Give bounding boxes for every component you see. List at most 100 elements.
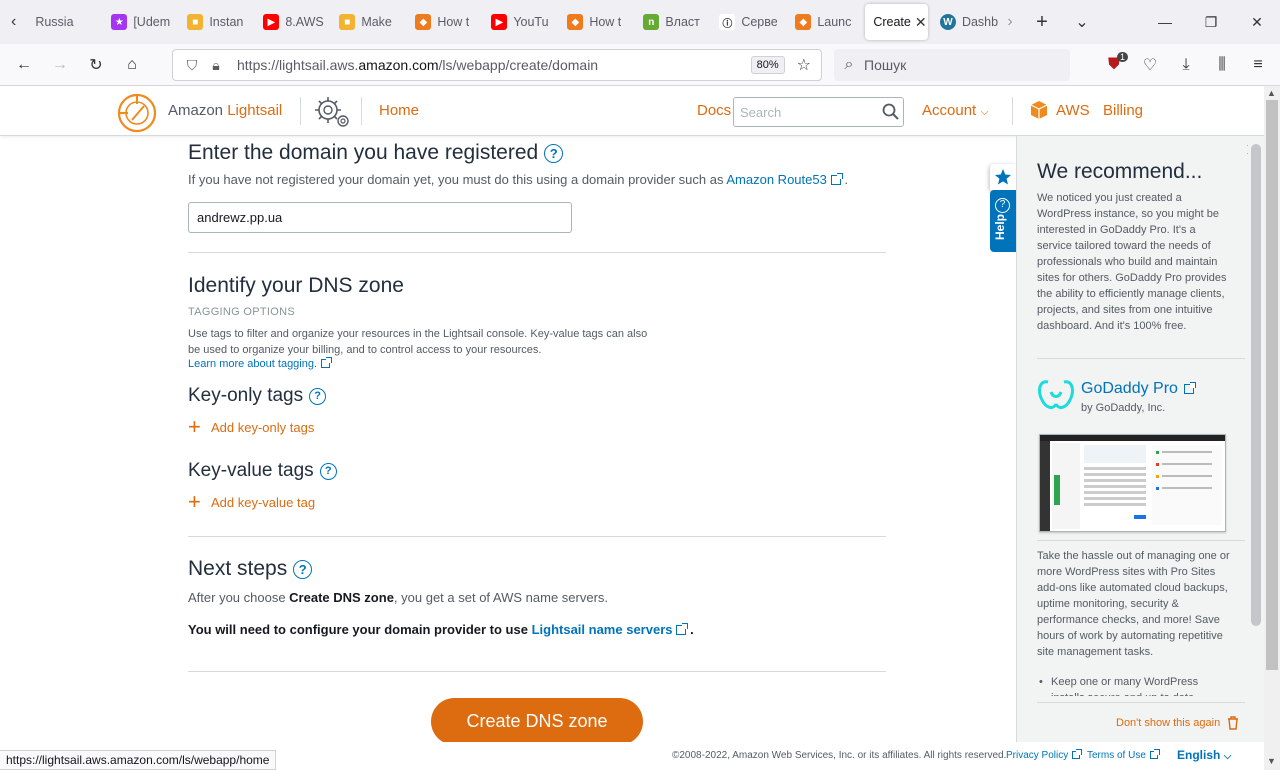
favorite-tab[interactable] (990, 164, 1016, 190)
downloads-icon[interactable]: ⤓ (1168, 56, 1204, 74)
help-icon[interactable]: ? (293, 559, 313, 579)
key-only-tags-title: Key-only tags? (188, 385, 327, 407)
minimize-icon[interactable]: — (1142, 14, 1188, 30)
language-selector[interactable]: English ⌵ (1177, 748, 1231, 762)
tab-active[interactable]: Create ✕ (865, 4, 928, 40)
tab[interactable]: ⓘ Серве (711, 0, 787, 44)
divider (1037, 702, 1245, 703)
tab-favicon-icon: ▶ (263, 14, 280, 30)
external-link-icon (676, 623, 689, 635)
list-tabs-icon[interactable]: ⌄ (1062, 12, 1102, 32)
tab[interactable]: ■ Instan (179, 0, 255, 44)
tab[interactable]: ■ Make (331, 0, 407, 44)
panel-scrollbar[interactable] (1248, 136, 1264, 742)
lightsail-name-servers-link[interactable]: Lightsail name servers (532, 622, 689, 637)
search-icon[interactable] (882, 103, 900, 121)
domain-input[interactable] (188, 202, 572, 233)
recommendation-panel: ✕ We recommend... We noticed you just cr… (1016, 136, 1264, 742)
reload-icon[interactable]: ↻ (78, 55, 114, 75)
header-search[interactable] (733, 97, 904, 127)
back-icon[interactable]: ← (6, 56, 42, 74)
domain-description: If you have not registered your domain y… (188, 172, 849, 187)
lock-icon[interactable]: 🔒︎ (205, 57, 227, 74)
tab-favicon-icon: ▶ (491, 14, 508, 30)
menu-icon[interactable]: ≡ (1240, 56, 1276, 74)
godaddy-pro-link[interactable]: GoDaddy Pro (1081, 380, 1196, 398)
tab[interactable]: W Dashb (932, 0, 998, 44)
home-link[interactable]: Home (379, 102, 419, 119)
terms-of-use-link[interactable]: Terms of Use (1087, 749, 1160, 761)
new-tab-icon[interactable]: + (1022, 11, 1062, 34)
tagging-options-label: TAGGING OPTIONS (188, 306, 295, 318)
tab-title: Russia (35, 15, 74, 29)
divider (1037, 358, 1245, 359)
account-menu[interactable]: Account ⌵ (922, 102, 989, 119)
library-icon[interactable]: ⫼ (1204, 56, 1240, 74)
tabs-scroll-left-icon[interactable]: ‹ (0, 0, 27, 44)
aws-cube-icon (1030, 101, 1048, 119)
aws-link[interactable]: AWS (1028, 99, 1090, 121)
tab-title: Make (361, 15, 392, 29)
tab[interactable]: ◆ How t (407, 0, 483, 44)
help-tab[interactable]: ? Help (990, 190, 1016, 252)
learn-more-tagging-link[interactable]: Learn more about tagging. (188, 357, 333, 370)
lightsail-brand[interactable]: Amazon Lightsail (168, 102, 282, 119)
close-tab-icon[interactable]: ✕ (915, 14, 927, 31)
gear-icon[interactable] (312, 94, 352, 130)
plus-icon: + (188, 489, 201, 514)
tab[interactable]: Russia (27, 0, 103, 44)
external-link-icon (1072, 749, 1083, 759)
url-bar[interactable]: ⛉ 🔒︎ https://lightsail.aws.amazon.com/ls… (172, 49, 822, 81)
divider (188, 536, 886, 537)
lightsail-logo-icon[interactable] (116, 92, 158, 134)
tracking-shield-icon[interactable]: ⛉ (179, 57, 205, 74)
pocket-icon[interactable]: ♡ (1132, 55, 1168, 75)
tab-title: Launc (817, 15, 852, 29)
add-key-only-tags-button[interactable]: + Add key-only tags (188, 416, 314, 438)
tab[interactable]: ◆ How t (559, 0, 635, 44)
toolbar-icons: ⛊ 1 ♡ ⤓ ⫼ ≡ (1096, 44, 1276, 86)
help-icon[interactable]: ? (544, 143, 564, 163)
tab[interactable]: ★ [Udem (103, 0, 179, 44)
tab[interactable]: ◆ Launc (787, 0, 863, 44)
page-scrollbar[interactable]: ▲ ▼ (1264, 86, 1280, 770)
scroll-thumb[interactable] (1251, 144, 1261, 626)
divider (188, 252, 886, 253)
search-icon: ⌕ (844, 56, 854, 73)
header-search-input[interactable] (740, 104, 880, 120)
create-dns-zone-button[interactable]: Create DNS zone (431, 698, 643, 745)
forward-icon[interactable]: → (42, 56, 78, 74)
help-icon[interactable]: ? (309, 387, 327, 405)
godaddy-logo-icon (1038, 380, 1074, 409)
scroll-down-icon[interactable]: ▼ (1267, 756, 1276, 766)
trash-icon (1228, 716, 1239, 730)
docs-link[interactable]: Docs (697, 102, 731, 119)
plus-icon: + (188, 414, 201, 439)
home-icon[interactable]: ⌂ (114, 56, 150, 74)
tabs-scroll-right-icon[interactable]: › (998, 13, 1022, 31)
divider (361, 97, 362, 125)
name-servers-note: You will need to configure your domain p… (188, 622, 694, 637)
help-icon[interactable]: ? (319, 462, 337, 480)
tab-title: Власт (665, 15, 700, 29)
tab[interactable]: ▶ 8.AWS (255, 0, 331, 44)
billing-link[interactable]: Billing (1103, 102, 1143, 119)
scroll-up-icon[interactable]: ▲ (1267, 88, 1276, 98)
tab[interactable]: n Власт (635, 0, 711, 44)
lightsail-header: Amazon Lightsail Home Docs Account ⌵ AWS… (0, 86, 1264, 136)
zoom-level[interactable]: 80% (750, 56, 785, 74)
window-close-icon[interactable]: ✕ (1234, 14, 1280, 31)
scroll-thumb[interactable] (1266, 100, 1278, 670)
dont-show-again-button[interactable]: Don't show this again (1116, 716, 1240, 730)
url-text[interactable]: https://lightsail.aws.amazon.com/ls/weba… (237, 57, 751, 73)
add-key-value-tag-button[interactable]: + Add key-value tag (188, 491, 315, 513)
bookmark-star-icon[interactable]: ☆ (797, 55, 811, 75)
help-icon: ? (995, 198, 1010, 213)
privacy-policy-link[interactable]: Privacy Policy (1006, 749, 1083, 761)
browser-search-input[interactable]: ⌕ Пошук (834, 49, 1070, 81)
route53-link[interactable]: Amazon Route53 (726, 172, 843, 187)
restore-icon[interactable]: ❐ (1188, 14, 1234, 31)
ublock-extension-icon[interactable]: ⛊ 1 (1096, 52, 1132, 74)
tab-title: YouTu (513, 15, 549, 29)
tab[interactable]: ▶ YouTu (483, 0, 559, 44)
